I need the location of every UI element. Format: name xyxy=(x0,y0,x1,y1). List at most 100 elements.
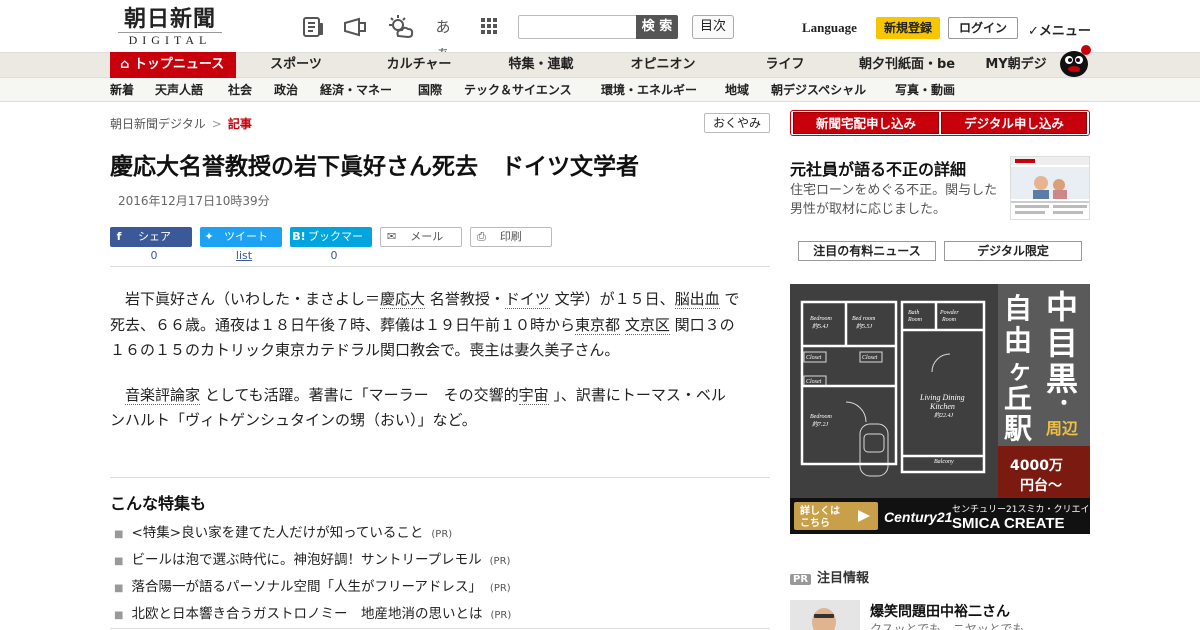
ad-station-text: ヶ xyxy=(1008,356,1032,384)
logo-title: 朝日新聞 xyxy=(123,6,216,32)
ad-station-text: 自 xyxy=(1004,292,1032,325)
search-button[interactable]: 検 索 xyxy=(636,15,678,39)
pr-link-label: <特集>良い家を建てた人だけが知っていること xyxy=(131,525,424,541)
attention-thumbnail[interactable] xyxy=(790,600,860,630)
hatena-bookmark-button[interactable]: B! ブックマーク xyxy=(290,227,372,263)
pr-link[interactable]: ■ ビールは泡で選ぶ時代に。神泡好調！サントリープレモル (PR) xyxy=(114,548,510,568)
weather-icon[interactable] xyxy=(386,14,414,40)
language-link[interactable]: Language xyxy=(802,20,857,36)
mascot-icon[interactable] xyxy=(1056,42,1092,78)
nav-paper[interactable]: 朝夕刊紙面・be xyxy=(850,52,964,78)
ad-price-text: 4000万 xyxy=(1010,458,1063,474)
room-size-label: 約5.4J xyxy=(812,322,829,330)
nav-environment[interactable]: 環境・エネルギー xyxy=(601,78,697,102)
room-label-closet: Closet xyxy=(806,379,822,385)
pr-link-label: 落合陽一が語るパーソナル空間「人生がフリーアドレス」 xyxy=(131,579,482,595)
keyword-link[interactable]: 脳出血 xyxy=(674,290,720,309)
search-input[interactable] xyxy=(518,15,638,39)
keyword-link[interactable]: 東京都 xyxy=(575,315,621,335)
toc-button[interactable]: 目次 xyxy=(692,15,734,39)
room-label-ldk: Kitchen xyxy=(929,402,955,411)
keyword-link[interactable]: 宇宙 xyxy=(518,385,549,405)
print-button[interactable]: ⎙ 印刷 xyxy=(470,227,552,247)
menu-button[interactable]: ✓メニュー xyxy=(1028,20,1091,39)
real-estate-ad[interactable]: Bedroom 約5.4J Bed room 約5.5J Bath Room Powd… xyxy=(790,284,1090,534)
ad-company-en: SMICA CREATE xyxy=(952,515,1065,532)
signup-button[interactable]: 新規登録 xyxy=(876,17,940,39)
print-icon: ⎙ xyxy=(477,230,486,243)
pr-tag: (PR) xyxy=(489,583,511,594)
nav-special[interactable]: 朝デジスペシャル xyxy=(771,78,866,102)
pr-link[interactable]: ■ 北欧と日本響き合うガストロノミー 地産地消の思いとは (PR) xyxy=(114,602,511,622)
promo-description: 住宅ローンをめぐる不正。関与した男性が取材に応じました。 xyxy=(790,183,998,217)
nav-region[interactable]: 地域 xyxy=(725,78,749,102)
okuyami-button[interactable]: おくやみ xyxy=(704,113,770,133)
ad-brand-logo: Century21 xyxy=(884,509,953,525)
mail-button[interactable]: ✉ メール xyxy=(380,227,462,247)
nav-sports[interactable]: スポーツ xyxy=(256,52,336,78)
tweet-button[interactable]: ✦ ツイート xyxy=(200,227,282,247)
attention-label: 注目情報 xyxy=(817,571,870,586)
room-label-closet: Closet xyxy=(806,355,822,361)
keyword-link[interactable]: 文京区 xyxy=(624,315,670,335)
nav-tech-science[interactable]: テック＆サイエンス xyxy=(464,78,572,102)
article-date: 2016年12月17日10時39分 xyxy=(118,194,270,208)
ad-area-text: 周辺 xyxy=(1046,419,1078,438)
ad-company-jp: センチュリー21スミカ・クリエイト xyxy=(952,504,1090,515)
promo-title[interactable]: 元社員が語る不正の詳細 xyxy=(790,156,966,180)
bullet-icon: ■ xyxy=(114,556,124,567)
font-size-icon[interactable]: あぁ xyxy=(430,14,456,62)
pr-link[interactable]: ■ <特集>良い家を建てた人だけが知っていること (PR) xyxy=(114,521,452,541)
facebook-share-label: シェア xyxy=(138,230,171,243)
room-label-powder: Powder xyxy=(939,310,959,316)
room-label-bath-room: Room xyxy=(907,317,923,323)
nav-life[interactable]: ライフ xyxy=(750,52,820,78)
promo-thumbnail[interactable] xyxy=(1010,156,1090,220)
tab-paid-news[interactable]: 注目の有料ニュース xyxy=(798,241,936,261)
newspaper-icon[interactable] xyxy=(300,14,326,40)
divider xyxy=(110,628,770,629)
breadcrumb-root[interactable]: 朝日新聞デジタル xyxy=(110,117,206,131)
nav-society[interactable]: 社会 xyxy=(228,78,252,102)
nav-opinion[interactable]: オピニオン xyxy=(618,52,708,78)
nav-photo-video[interactable]: 写真・動画 xyxy=(895,78,955,102)
tweet-list-link[interactable]: list xyxy=(200,249,288,262)
nav-latest[interactable]: 新着 xyxy=(110,78,134,102)
asahi-digital-logo[interactable]: 朝日新聞 DIGITAL xyxy=(110,6,230,48)
room-label-ldk: Living Dining xyxy=(919,393,965,402)
facebook-share-button[interactable]: f シェア xyxy=(110,227,192,247)
keyword-link[interactable]: 慶応大 xyxy=(380,290,426,309)
nav-politics[interactable]: 政治 xyxy=(274,78,298,102)
room-label-powder-room: Room xyxy=(941,317,957,323)
keyword-link[interactable]: ドイツ xyxy=(504,290,550,309)
nav-economy[interactable]: 経済・マネー xyxy=(320,78,392,102)
ad-price-text: 円台～ xyxy=(1020,477,1062,494)
ad-station-text: ・ xyxy=(1054,391,1074,415)
room-size-label: 約7.2J xyxy=(812,420,829,428)
login-button[interactable]: ログイン xyxy=(948,17,1018,39)
room-label-bedroom: Bedroom xyxy=(810,414,832,420)
nav-my-asadigi[interactable]: MY朝デジ xyxy=(980,52,1052,78)
room-label-bath: Bath xyxy=(908,310,919,316)
facebook-share-count: 0 xyxy=(150,249,158,262)
attention-title[interactable]: 爆笑問題田中裕二さん xyxy=(870,601,1010,621)
pr-badge: PR xyxy=(790,574,812,585)
ad-station-text: 目 xyxy=(1046,324,1078,362)
nav-culture[interactable]: カルチャー xyxy=(374,52,464,78)
bullet-icon: ■ xyxy=(114,610,124,621)
digital-subscribe-button[interactable]: デジタル申し込み xyxy=(941,112,1087,134)
nav-top-news[interactable]: ⌂ トップニュース xyxy=(110,52,236,78)
text: 岩下眞好さん（いわした・まさよし＝ xyxy=(110,290,381,308)
nav-international[interactable]: 国際 xyxy=(418,78,442,102)
nav-features[interactable]: 特集・連載 xyxy=(496,52,586,78)
keyword-link[interactable]: 音楽評論家 xyxy=(125,385,201,405)
ad-cta-text: こちら xyxy=(800,517,830,529)
tab-digital-only[interactable]: デジタル限定 xyxy=(944,241,1082,261)
logo-subtitle: DIGITAL xyxy=(118,32,222,47)
newspaper-subscribe-button[interactable]: 新聞宅配申し込み xyxy=(793,112,939,134)
pr-link[interactable]: ■ 落合陽一が語るパーソナル空間「人生がフリーアドレス」 (PR) xyxy=(114,575,511,595)
article-headline: 慶応大名誉教授の岩下眞好さん死去 ドイツ文学者 xyxy=(110,154,639,180)
nav-tenseijingo[interactable]: 天声人語 xyxy=(155,78,203,102)
megaphone-icon[interactable] xyxy=(342,14,368,40)
grid-icon[interactable] xyxy=(476,14,502,40)
